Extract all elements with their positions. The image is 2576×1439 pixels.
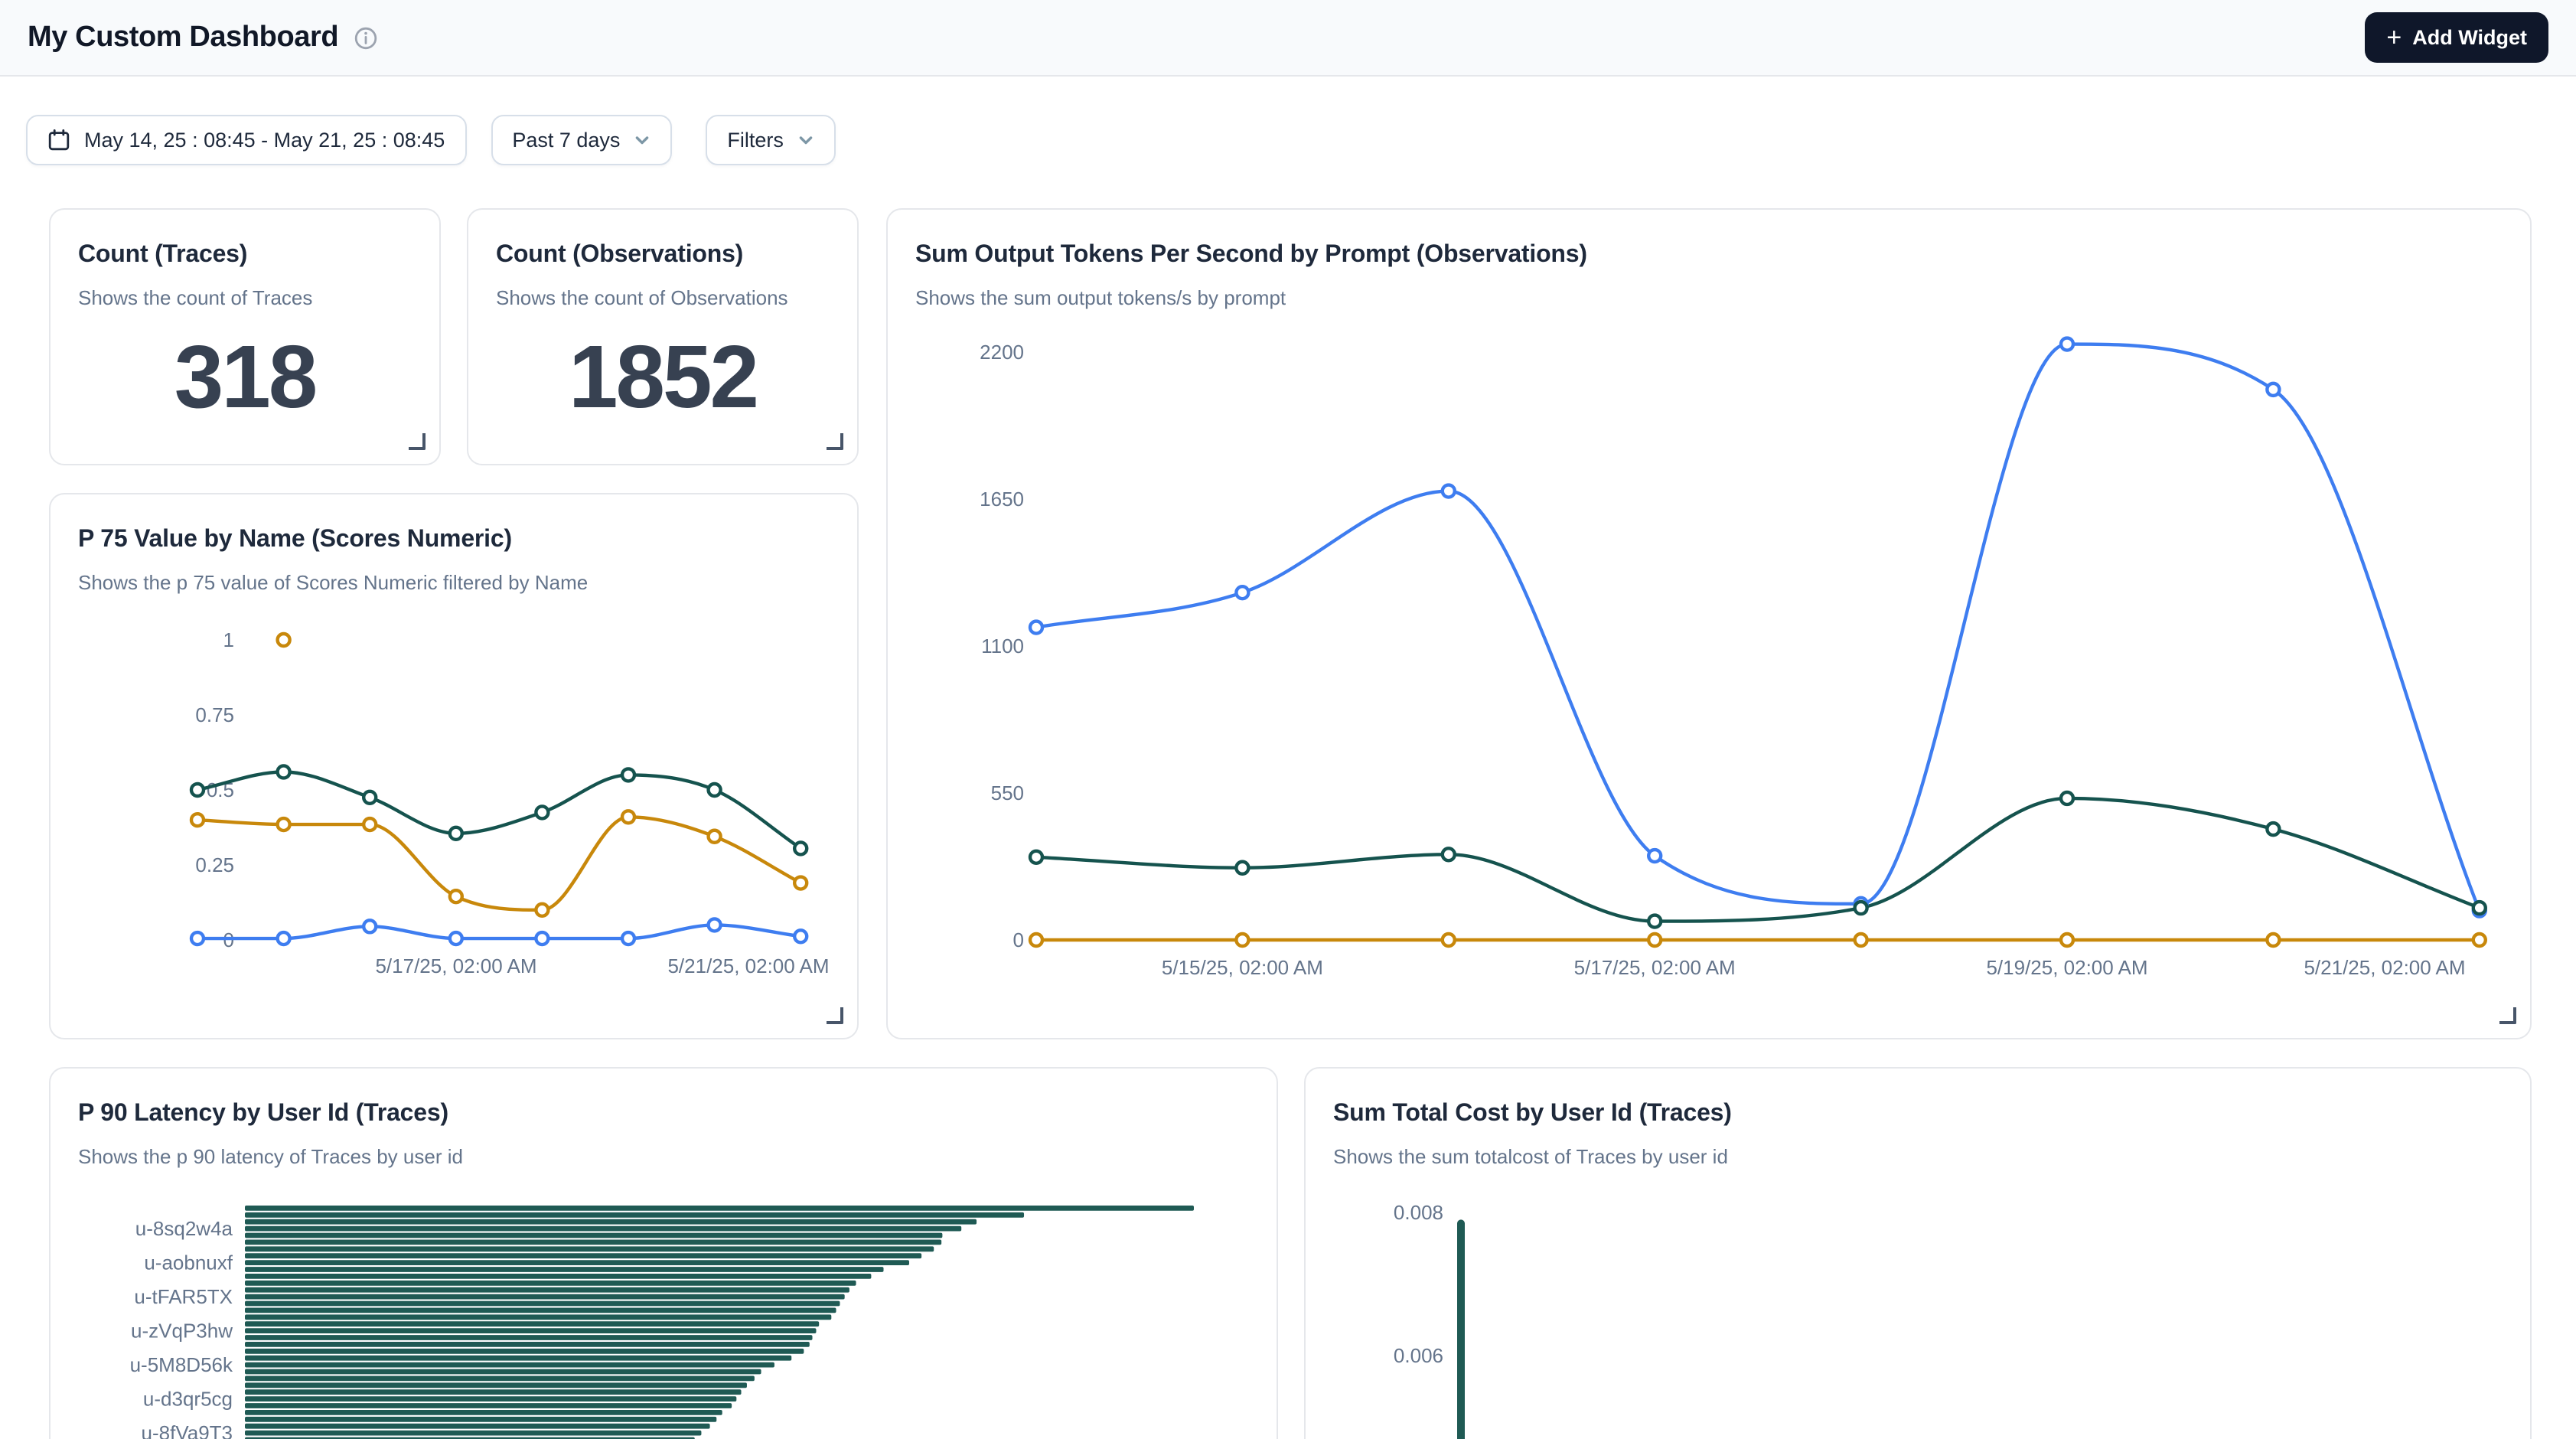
svg-text:0.008: 0.008 (1394, 1201, 1443, 1224)
widget-subtitle: Shows the count of Traces (78, 286, 412, 312)
resize-handle-icon[interactable] (2499, 1007, 2516, 1024)
filter-toolbar: May 14, 25 : 08:45 - May 21, 25 : 08:45 … (26, 115, 836, 165)
svg-text:0.75: 0.75 (195, 703, 234, 726)
widget-p75-scores: P 75 Value by Name (Scores Numeric) Show… (49, 493, 859, 1039)
svg-text:5/15/25, 02:00 AM: 5/15/25, 02:00 AM (1162, 956, 1323, 979)
svg-text:0.25: 0.25 (195, 853, 234, 876)
svg-text:0.006: 0.006 (1394, 1344, 1443, 1367)
resize-handle-icon[interactable] (409, 433, 426, 450)
widget-subtitle: Shows the count of Observations (496, 286, 830, 312)
page-header: My Custom Dashboard + Add Widget (0, 0, 2576, 77)
count-observations-value: 1852 (569, 326, 757, 429)
time-preset-label: Past 7 days (512, 129, 620, 152)
total-cost-bar-chart[interactable]: 0.008 0.006 (1306, 1069, 2533, 1439)
chevron-down-icon (797, 132, 814, 148)
page-title: My Custom Dashboard (28, 21, 338, 54)
svg-text:u-8fVa9T3: u-8fVa9T3 (142, 1421, 233, 1439)
svg-text:1100: 1100 (981, 635, 1024, 658)
calendar-icon (47, 129, 70, 152)
filters-label: Filters (727, 129, 784, 152)
svg-text:5/21/25, 02:00 AM: 5/21/25, 02:00 AM (2304, 956, 2465, 979)
svg-text:2200: 2200 (980, 341, 1024, 364)
svg-text:u-tFAR5TX: u-tFAR5TX (134, 1285, 233, 1308)
dashboard-page: My Custom Dashboard + Add Widget May 14,… (0, 0, 2576, 1439)
svg-text:u-aobnuxf: u-aobnuxf (144, 1251, 233, 1274)
widget-title: Count (Traces) (78, 240, 412, 269)
widget-total-cost: Sum Total Cost by User Id (Traces) Shows… (1304, 1067, 2532, 1439)
svg-text:u-d3qr5cg: u-d3qr5cg (143, 1388, 233, 1411)
widget-title: Count (Observations) (496, 240, 830, 269)
p90-latency-bar-chart[interactable]: u-8sq2w4a u-aobnuxf u-tFAR5TX u-zVqP3hw u-5M… (51, 1069, 1280, 1439)
date-range-picker[interactable]: May 14, 25 : 08:45 - May 21, 25 : 08:45 (26, 115, 466, 165)
resize-handle-icon[interactable] (827, 433, 843, 450)
info-icon[interactable] (354, 25, 378, 50)
widget-count-traces: Count (Traces) Shows the count of Traces… (49, 208, 441, 465)
svg-text:5/17/25, 02:00 AM: 5/17/25, 02:00 AM (1574, 956, 1736, 979)
resize-handle-icon[interactable] (827, 1007, 843, 1024)
p75-scores-line-chart[interactable]: 00.250.50.7515/17/25, 02:00 AM5/21/25, 0… (51, 494, 860, 1041)
widget-count-observations: Count (Observations) Shows the count of … (467, 208, 859, 465)
widget-p90-latency: P 90 Latency by User Id (Traces) Shows t… (49, 1067, 1278, 1439)
svg-text:u-zVqP3hw: u-zVqP3hw (131, 1320, 233, 1343)
svg-text:1: 1 (223, 628, 234, 651)
svg-text:1650: 1650 (980, 488, 1024, 511)
plus-icon: + (2386, 24, 2402, 50)
chevron-down-icon (634, 132, 651, 148)
svg-text:u-5M8D56k: u-5M8D56k (130, 1353, 233, 1376)
widget-tokens-by-prompt: Sum Output Tokens Per Second by Prompt (… (886, 208, 2532, 1039)
svg-text:5/21/25, 02:00 AM: 5/21/25, 02:00 AM (667, 954, 829, 977)
count-traces-value: 318 (174, 326, 316, 429)
date-range-label: May 14, 25 : 08:45 - May 21, 25 : 08:45 (84, 129, 445, 152)
svg-text:u-8sq2w4a: u-8sq2w4a (135, 1217, 233, 1240)
filters-button[interactable]: Filters (706, 115, 836, 165)
svg-text:550: 550 (991, 781, 1024, 804)
add-widget-label: Add Widget (2412, 26, 2527, 49)
svg-text:5/17/25, 02:00 AM: 5/17/25, 02:00 AM (375, 954, 536, 977)
time-preset-select[interactable]: Past 7 days (491, 115, 672, 165)
svg-text:0: 0 (1013, 928, 1024, 951)
add-widget-button[interactable]: + Add Widget (2365, 12, 2548, 63)
svg-text:5/19/25, 02:00 AM: 5/19/25, 02:00 AM (1986, 956, 2147, 979)
tokens-by-prompt-line-chart[interactable]: 0 550 1100 1650 2200 5/15/25, 02:00 AM 5/17/25… (888, 210, 2533, 1041)
